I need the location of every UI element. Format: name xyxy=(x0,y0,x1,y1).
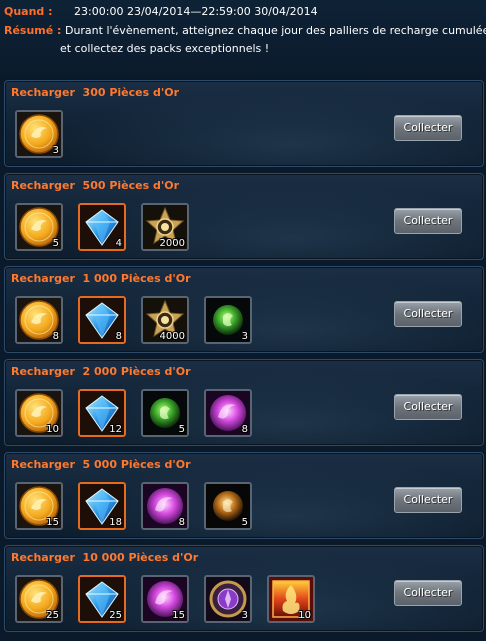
reward-tier-title: Recharger 10 000 Pièces d'Or xyxy=(11,551,199,564)
summary-row: Résumé : Durant l'évènement, atteignez c… xyxy=(4,24,486,38)
collect-button[interactable]: Collecter xyxy=(394,115,462,141)
reward-panel: Recharger 5 000 Pièces d'Or 15 18 8 5 Collect… xyxy=(4,452,484,539)
reward-item-slot[interactable]: 15 xyxy=(141,575,189,623)
collect-button[interactable]: Collecter xyxy=(394,394,462,420)
reward-tier-title: Recharger 1 000 Pièces d'Or xyxy=(11,272,191,285)
reward-panel: Recharger 10 000 Pièces d'Or 25 25 15 3 10 Col… xyxy=(4,545,484,632)
collect-button[interactable]: Collecter xyxy=(394,208,462,234)
reward-item-slot[interactable]: 12 xyxy=(78,389,126,437)
collect-button[interactable]: Collecter xyxy=(394,487,462,513)
reward-item-slot[interactable]: 10 xyxy=(15,389,63,437)
reward-tier-title: Recharger 2 000 Pièces d'Or xyxy=(11,365,191,378)
reward-item-count: 8 xyxy=(52,331,59,342)
reward-item-count: 3 xyxy=(241,610,248,621)
reward-panel: Recharger 2 000 Pièces d'Or 10 12 5 8 Collect… xyxy=(4,359,484,446)
summary-line-1: Durant l'évènement, atteignez chaque jou… xyxy=(64,24,486,37)
reward-tier-title: Recharger 300 Pièces d'Or xyxy=(11,86,180,99)
reward-item-slot[interactable]: 18 xyxy=(78,482,126,530)
reward-item-count: 8 xyxy=(241,424,248,435)
reward-item-count: 2000 xyxy=(159,238,185,249)
reward-item-slot[interactable]: 3 xyxy=(15,110,63,158)
reward-item-slot[interactable]: 25 xyxy=(78,575,126,623)
reward-item-slot[interactable]: 2000 xyxy=(141,203,189,251)
reward-item-count: 3 xyxy=(52,145,59,156)
when-value: 23:00:00 23/04/2014—22:59:00 30/04/2014 xyxy=(74,5,318,18)
event-header: Quand : 23:00:00 23/04/2014—22:59:00 30/… xyxy=(0,0,486,74)
reward-panel: Recharger 300 Pièces d'Or 3 Collecter xyxy=(4,80,484,167)
reward-item-slot[interactable]: 5 xyxy=(15,203,63,251)
reward-item-slot[interactable]: 8 xyxy=(141,482,189,530)
reward-item-slot[interactable]: 3 xyxy=(204,296,252,344)
reward-item-count: 15 xyxy=(46,517,59,528)
reward-tier-title: Recharger 5 000 Pièces d'Or xyxy=(11,458,191,471)
collect-button[interactable]: Collecter xyxy=(394,301,462,327)
reward-item-count: 8 xyxy=(178,517,185,528)
reward-item-slot[interactable]: 5 xyxy=(204,482,252,530)
reward-item-slot[interactable]: 25 xyxy=(15,575,63,623)
summary-line-2: et collectez des packs exceptionnels ! xyxy=(60,42,270,55)
reward-panel: Recharger 500 Pièces d'Or 5 4 2000 Collecter xyxy=(4,173,484,260)
reward-item-count: 4 xyxy=(115,238,122,249)
reward-item-slot[interactable]: 10 xyxy=(267,575,315,623)
reward-item-count: 5 xyxy=(241,517,248,528)
reward-item-slot[interactable]: 3 xyxy=(204,575,252,623)
reward-item-slot[interactable]: 8 xyxy=(15,296,63,344)
reward-item-slot[interactable]: 4000 xyxy=(141,296,189,344)
reward-item-count: 10 xyxy=(298,610,311,621)
reward-item-count: 5 xyxy=(178,424,185,435)
when-label: Quand : xyxy=(4,5,53,18)
when-row: Quand : 23:00:00 23/04/2014—22:59:00 30/… xyxy=(4,5,318,19)
reward-item-count: 12 xyxy=(109,424,122,435)
reward-item-count: 25 xyxy=(109,610,122,621)
reward-item-slot[interactable]: 5 xyxy=(141,389,189,437)
reward-item-count: 18 xyxy=(109,517,122,528)
reward-tier-title: Recharger 500 Pièces d'Or xyxy=(11,179,180,192)
reward-item-slot[interactable]: 15 xyxy=(15,482,63,530)
reward-panel: Recharger 1 000 Pièces d'Or 8 8 4000 3 Collec… xyxy=(4,266,484,353)
reward-item-count: 10 xyxy=(46,424,59,435)
reward-item-count: 3 xyxy=(241,331,248,342)
reward-item-count: 25 xyxy=(46,610,59,621)
collect-button[interactable]: Collecter xyxy=(394,580,462,606)
reward-item-count: 15 xyxy=(172,610,185,621)
reward-item-count: 8 xyxy=(115,331,122,342)
reward-item-slot[interactable]: 8 xyxy=(204,389,252,437)
summary-label: Résumé : xyxy=(4,24,62,37)
reward-item-slot[interactable]: 8 xyxy=(78,296,126,344)
reward-item-count: 4000 xyxy=(159,331,185,342)
reward-item-slot[interactable]: 4 xyxy=(78,203,126,251)
reward-item-count: 5 xyxy=(52,238,59,249)
